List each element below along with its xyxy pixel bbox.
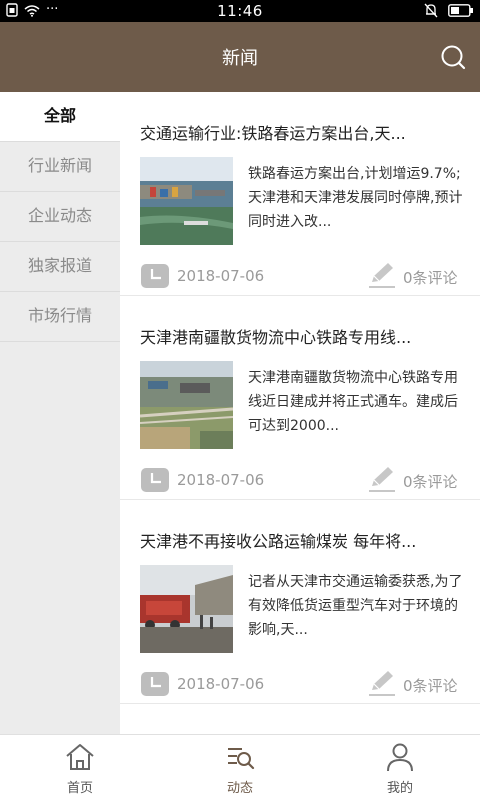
sidebar-item-company-news[interactable]: 企业动态 <box>0 192 120 242</box>
article-summary: 天津港南疆散货物流中心铁路专用线近日建成并将正式通车。建成后可达到2000... <box>248 370 458 434</box>
tab-profile[interactable]: 我的 <box>320 735 480 800</box>
article-thumbnail <box>140 565 233 653</box>
article-summary: 铁路春运方案出台,计划增运9.7%;天津港和天津港发展同时停牌,预计同时进入改.… <box>248 166 463 230</box>
article-date: 2018-07-06 <box>177 675 265 693</box>
sidebar-item-label: 独家报道 <box>27 256 92 275</box>
list-item[interactable]: 天津港南疆散货物流中心铁路专用线... 天津港南疆散货物流中心铁路专用线近日建成… <box>120 296 480 500</box>
sidebar-item-all[interactable]: 全部 <box>0 92 120 142</box>
tab-label: 动态 <box>226 781 253 796</box>
clock-icon <box>141 264 169 288</box>
list-item[interactable]: 交通运输行业:铁路春运方案出台,天... 铁路春运方案出台,计划增运9.7%;天… <box>120 92 480 296</box>
clock-icon <box>141 468 169 492</box>
tab-label: 我的 <box>386 781 413 796</box>
comment-pencil-icon[interactable] <box>366 464 398 494</box>
article-comment-count: 0条评论 <box>403 269 458 287</box>
article-date: 2018-07-06 <box>177 471 265 489</box>
article-comment-count: 0条评论 <box>403 677 458 695</box>
category-sidebar: 全部 行业新闻 企业动态 独家报道 市场行情 <box>0 92 120 734</box>
list-item[interactable]: 天津港不再接收公路运输煤炭 每年将... 记者从天津市交通运输委获悉,为了有效降… <box>120 500 480 704</box>
article-title: 交通运输行业:铁路春运方案出台,天... <box>140 124 406 143</box>
bell-off-icon <box>424 3 438 18</box>
sidebar-item-exclusive[interactable]: 独家报道 <box>0 242 120 292</box>
app-header: 新闻 <box>0 22 480 92</box>
search-icon[interactable] <box>438 42 468 72</box>
home-icon <box>66 744 94 770</box>
sidebar-item-industry-news[interactable]: 行业新闻 <box>0 142 120 192</box>
feed-search-icon <box>228 748 255 770</box>
article-list[interactable]: 交通运输行业:铁路春运方案出台,天... 铁路春运方案出台,计划增运9.7%;天… <box>120 92 480 734</box>
article-title: 天津港南疆散货物流中心铁路专用线... <box>140 328 412 347</box>
tab-feed[interactable]: 动态 <box>160 735 320 800</box>
article-comment-count: 0条评论 <box>403 473 458 491</box>
article-title: 天津港不再接收公路运输煤炭 每年将... <box>140 532 417 551</box>
status-right <box>424 3 474 18</box>
user-icon <box>387 743 413 772</box>
article-summary: 记者从天津市交通运输委获悉,为了有效降低货运重型汽车对于环境的影响,天... <box>248 574 463 638</box>
article-thumbnail <box>140 157 233 245</box>
page-title: 新闻 <box>222 48 258 69</box>
sidebar-item-market[interactable]: 市场行情 <box>0 292 120 342</box>
list-item[interactable] <box>120 704 480 734</box>
comment-pencil-icon[interactable] <box>366 668 398 698</box>
status-time: 11:46 <box>217 2 263 20</box>
sidebar-item-label: 行业新闻 <box>27 156 92 175</box>
tab-label: 首页 <box>66 781 93 796</box>
tab-home[interactable]: 首页 <box>0 735 160 800</box>
sidebar-item-label: 企业动态 <box>27 206 92 225</box>
article-date: 2018-07-06 <box>177 267 265 285</box>
sidebar-item-label: 市场行情 <box>27 306 92 325</box>
comment-pencil-icon[interactable] <box>366 260 398 290</box>
clock-icon <box>141 672 169 696</box>
status-bar: ··· 11:46 <box>0 0 480 22</box>
sidebar-item-label: 全部 <box>43 106 76 125</box>
article-thumbnail <box>140 361 233 449</box>
bottom-tab-bar: 首页 动态 我的 <box>0 734 480 800</box>
battery-icon <box>448 4 473 17</box>
